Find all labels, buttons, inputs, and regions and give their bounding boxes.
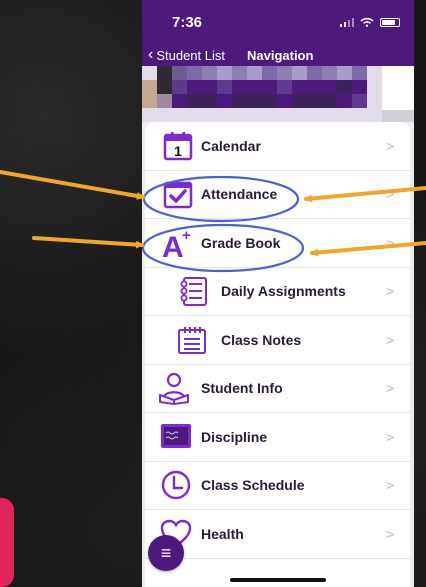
menu-item-attendance[interactable]: Attendance > — [145, 171, 410, 219]
clock-icon — [159, 468, 193, 502]
menu-item-class-schedule[interactable]: Class Schedule > — [145, 462, 410, 510]
phone-screen: 7:36 ‹ Student List Navigation 1 Calenda… — [142, 0, 414, 587]
chevron-right-icon: > — [385, 477, 394, 494]
chevron-left-icon: ‹ — [148, 45, 154, 63]
chevron-right-icon: > — [385, 234, 394, 251]
menu-item-student-info[interactable]: Student Info > — [145, 365, 410, 413]
hamburger-icon: ≡ — [160, 543, 172, 563]
grade-a-plus-icon: A + — [159, 226, 193, 260]
chevron-right-icon: > — [385, 380, 394, 397]
calendar-icon: 1 — [161, 129, 195, 163]
navigation-bar: ‹ Student List Navigation — [142, 44, 414, 66]
back-button-label: Student List — [156, 47, 225, 63]
chevron-right-icon: > — [385, 331, 394, 348]
menu-item-discipline[interactable]: Discipline > — [145, 413, 410, 462]
nav-title: Navigation — [246, 47, 314, 63]
student-photo-pixelated — [142, 66, 382, 122]
menu-item-calendar[interactable]: 1 Calendar > — [145, 122, 410, 171]
calendar-day: 1 — [174, 143, 182, 159]
attendance-icon — [161, 177, 195, 211]
menu-item-daily-assignments[interactable]: Daily Assignments > — [145, 268, 410, 316]
signal-icon — [339, 17, 354, 27]
menu-item-label: Student Info — [201, 380, 283, 397]
menu-item-label: Calendar — [201, 137, 261, 154]
menu-item-label: Class Notes — [221, 331, 302, 348]
wifi-icon — [360, 17, 374, 27]
header-side-panel — [382, 66, 414, 122]
menu-fab-button[interactable]: ≡ — [148, 535, 184, 571]
back-button[interactable]: ‹ Student List — [148, 45, 225, 63]
status-time: 7:36 — [172, 13, 203, 31]
navigation-menu: 1 Calendar > Attendance > A + Grade Book… — [145, 122, 410, 587]
chevron-right-icon: > — [385, 137, 394, 154]
menu-item-label: Grade Book — [201, 234, 281, 251]
checklist-icon — [177, 274, 211, 308]
chevron-right-icon: > — [385, 186, 394, 203]
menu-item-grade-book[interactable]: A + Grade Book > — [145, 219, 410, 268]
left-accent-bar — [0, 498, 14, 587]
chevron-right-icon: > — [385, 525, 394, 542]
menu-item-label: Attendance — [201, 186, 278, 203]
home-indicator — [230, 578, 326, 582]
menu-item-label: Health — [201, 525, 244, 542]
svg-text:+: + — [182, 227, 191, 244]
student-reading-icon — [157, 371, 191, 406]
chevron-right-icon: > — [385, 428, 394, 445]
menu-item-health[interactable]: Health > — [145, 510, 410, 559]
chevron-right-icon: > — [385, 283, 394, 300]
chalkboard-icon — [159, 420, 193, 454]
menu-item-class-notes[interactable]: Class Notes > — [145, 316, 410, 365]
status-bar: 7:36 — [142, 0, 414, 44]
menu-item-label: Class Schedule — [201, 477, 305, 494]
svg-text:A: A — [162, 231, 184, 260]
battery-icon — [380, 17, 400, 27]
menu-item-label: Daily Assignments — [221, 283, 346, 300]
status-icons — [339, 17, 400, 27]
notepad-icon — [175, 323, 209, 357]
menu-item-label: Discipline — [201, 428, 268, 445]
